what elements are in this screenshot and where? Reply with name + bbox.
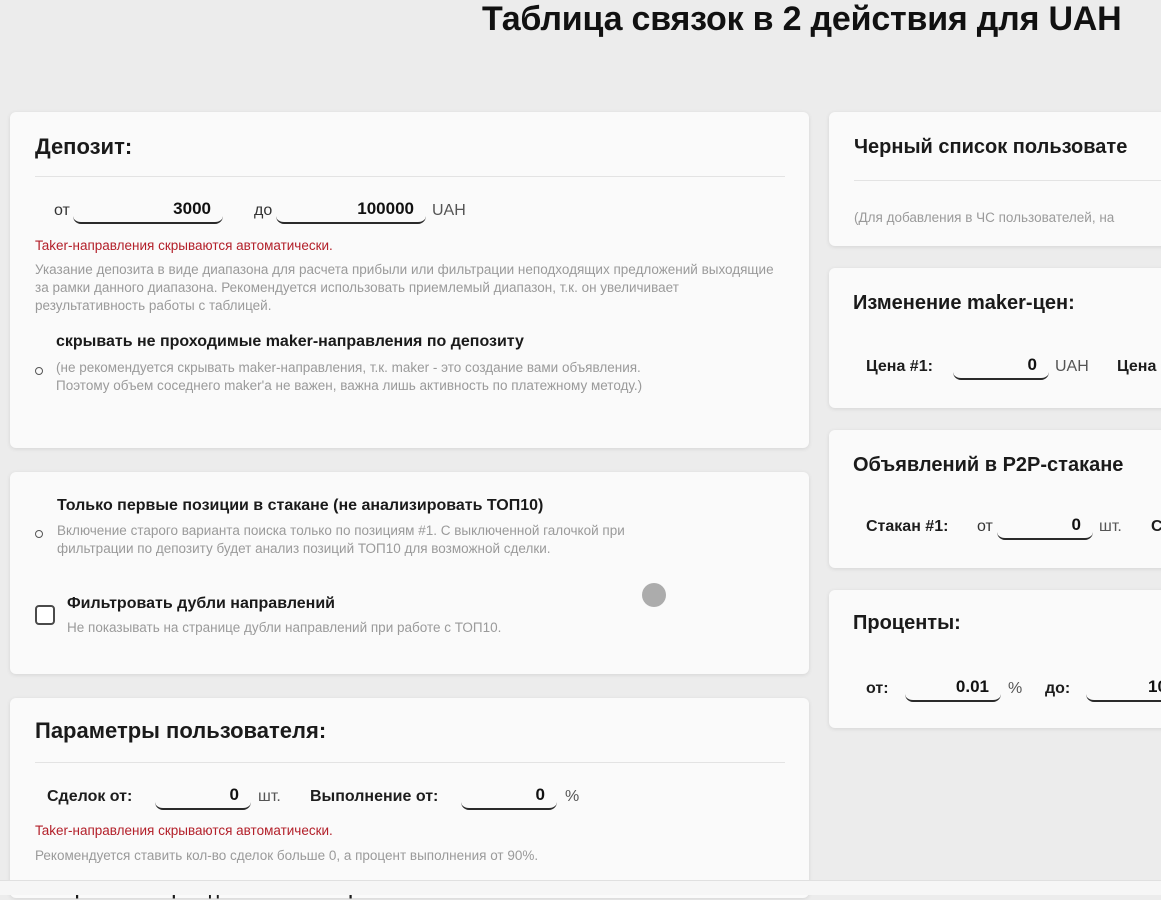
blacklist-divider [854,180,1161,181]
hide-maker-deposit-option-title: скрывать не проходимые maker-направления… [56,333,524,350]
book1-from-label: от [977,518,993,535]
book1-from-input[interactable]: 0 [997,514,1093,540]
user-params-divider [35,762,785,763]
deposit-divider [35,176,785,177]
percents-from-label: от: [866,680,889,697]
p2p-card: Объявлений в P2P-стакане Стакан #1: от 0… [829,430,1161,568]
filter-duplicates-hint: Не показывать на странице дубли направле… [67,620,502,635]
deposit-title: Депозит: [35,134,133,159]
top-positions-hint: Включение старого варианта поиска только… [57,523,625,556]
completion-unit: % [565,788,580,805]
percents-title: Проценты: [853,612,961,634]
top-positions-option-title: Только первые позиции в стакане (не анал… [57,497,544,514]
deposit-card: Депозит: от 3000 до 100000 UAH Taker-нап… [10,112,809,448]
user-params-warning: Taker-направления скрываются автоматичес… [35,823,333,838]
book1-label: Стакан #1: [866,518,949,535]
bottom-bar [0,880,1161,895]
mouse-cursor-indicator [642,583,666,607]
deposit-hint: Указание депозита в виде диапазона для р… [35,262,774,313]
filter-duplicates-title: Фильтровать дубли направлений [67,595,335,612]
book2-label: С [1151,518,1161,535]
blacklist-hint: (Для добавления в ЧС пользователей, на [854,210,1115,225]
hide-maker-deposit-hint: (не рекомендуется скрывать maker-направл… [56,360,643,393]
maker-prices-title: Изменение maker-цен: [853,292,1075,314]
price1-label: Цена #1: [866,358,933,375]
user-params-card: Параметры пользователя: Сделок от: 0 шт.… [10,698,809,899]
top-positions-radio[interactable] [35,530,43,538]
deposit-to-input[interactable]: 100000 [276,198,426,224]
deals-unit: шт. [258,788,281,805]
percents-to-input[interactable]: 10 [1086,676,1161,702]
deposit-from-input[interactable]: 3000 [73,198,223,224]
blacklist-card: Черный список пользовате (Для добавления… [829,112,1161,246]
price1-unit: UAH [1055,358,1089,375]
book1-unit: шт. [1099,518,1122,535]
p2p-title: Объявлений в P2P-стакане [853,454,1124,476]
filter-duplicates-checkbox[interactable] [35,605,55,625]
hide-maker-deposit-radio[interactable] [35,367,43,375]
maker-prices-card: Изменение maker-цен: Цена #1: 0 UAH Цена [829,268,1161,408]
deposit-from-label: от [54,202,70,219]
percents-card: Проценты: от: 0.01 % до: 10 [829,590,1161,728]
filters-card: Только первые позиции в стакане (не анал… [10,472,809,674]
deposit-warning: Taker-направления скрываются автоматичес… [35,238,333,253]
deposit-to-label: до [254,202,273,219]
completion-from-label: Выполнение от: [310,788,439,805]
completion-from-input[interactable]: 0 [461,784,557,810]
deals-from-label: Сделок от: [47,788,133,805]
price2-label: Цена [1117,358,1157,375]
deals-from-input[interactable]: 0 [155,784,251,810]
deposit-currency: UAH [432,202,466,219]
user-params-hint: Рекомендуется ставить кол-во сделок боль… [35,848,539,863]
percents-from-unit: % [1008,680,1023,697]
user-params-title: Параметры пользователя: [35,718,327,743]
percents-to-label: до: [1045,680,1071,697]
percents-from-input[interactable]: 0.01 [905,676,1001,702]
page-title: Таблица связок в 2 действия для UAH [482,0,1122,38]
blacklist-title: Черный список пользовате [854,136,1128,158]
price1-input[interactable]: 0 [953,354,1049,380]
